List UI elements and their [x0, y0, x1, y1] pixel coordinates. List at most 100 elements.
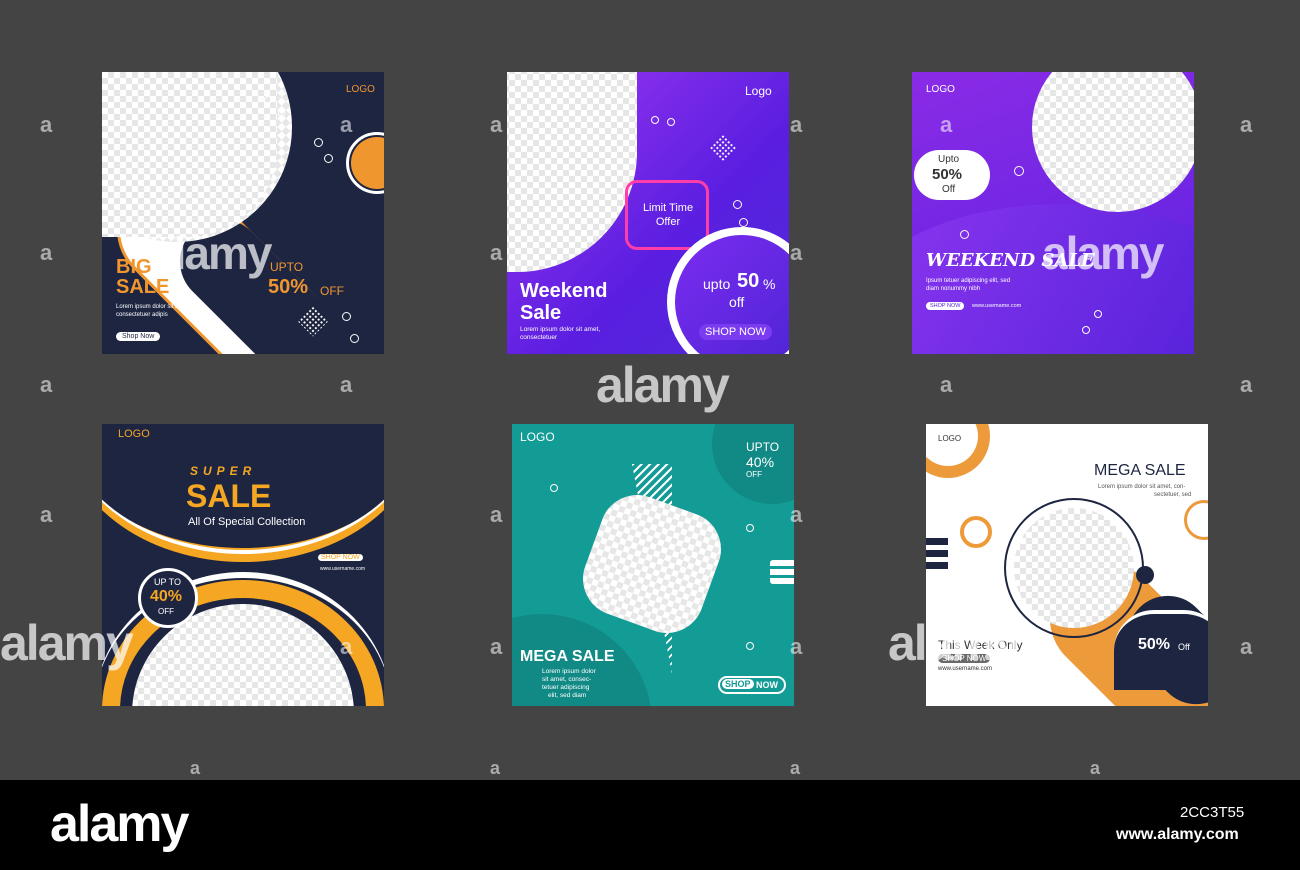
- shop-now-button[interactable]: SHOP NOW: [318, 554, 363, 561]
- watermark-letter: a: [790, 634, 803, 659]
- ring-decor: [350, 334, 359, 343]
- subtitle-text: All Of Special Collection: [188, 516, 306, 528]
- discount-value: 50%: [268, 276, 309, 298]
- watermark-alamy: alamy: [0, 615, 134, 671]
- watermark-letter: a: [490, 112, 503, 137]
- watermark-letter: a: [190, 758, 201, 778]
- alamy-logo: alamy: [50, 795, 189, 853]
- stripe-lines: [770, 560, 794, 584]
- off-text: Off: [942, 184, 956, 195]
- navy-dot: [1136, 566, 1154, 584]
- ring-decor: [1094, 310, 1102, 318]
- logo-text: Logo: [745, 84, 772, 98]
- watermark-letter: a: [1240, 372, 1253, 397]
- watermark-alamy: alamy: [1042, 227, 1164, 279]
- ring-decor: [746, 524, 754, 532]
- upto-text: UPTO: [746, 440, 780, 454]
- banner-mega-sale-teal: LOGO UPTO 40% OFF MEGA SALE Lorem ipsum …: [512, 424, 794, 706]
- shop-now-button[interactable]: SHOP NOW: [718, 676, 786, 694]
- dot-pattern: [708, 133, 738, 163]
- ring-decor: [733, 200, 742, 209]
- logo-text: LOGO: [118, 428, 150, 440]
- off-text: OFF: [158, 607, 174, 616]
- watermark-letter: a: [40, 112, 53, 137]
- watermark-letter: a: [1240, 112, 1253, 137]
- ring-decor: [314, 138, 323, 147]
- watermark-letter: a: [790, 758, 801, 778]
- logo-text: LOGO: [520, 430, 555, 444]
- discount-value: 50: [737, 270, 760, 292]
- limited-offer-line-1: Limit Time: [642, 202, 694, 214]
- body-line-1: Lorem ipsum dolor sit amet, con-: [1098, 484, 1186, 490]
- title-line-2: Sale: [520, 302, 562, 324]
- limited-offer-box: [625, 180, 709, 250]
- title-line-1: Weekend: [520, 280, 608, 302]
- photo-placeholder: [507, 72, 637, 272]
- body-line-1: Lorem ipsum dolor sit amet,: [520, 326, 601, 333]
- ring-decor: [746, 642, 754, 650]
- logo-text: LOGO: [938, 434, 962, 443]
- watermark-letter: a: [340, 634, 353, 659]
- upto-text: upto: [703, 276, 731, 292]
- watermark-letter: a: [940, 372, 953, 397]
- body-line-1: Ipsum tetuer adipiscing elit, sed: [926, 278, 1011, 284]
- shop-now-button[interactable]: SHOP NOW: [699, 324, 772, 340]
- ring-decor: [1082, 326, 1090, 334]
- ring-decor: [739, 218, 748, 227]
- photo-placeholder: [1014, 508, 1134, 628]
- photo-placeholder: [1032, 72, 1194, 212]
- watermark-letter: a: [790, 112, 803, 137]
- ring-decor: [960, 230, 969, 239]
- shop-now-button[interactable]: SHOP NOW: [926, 302, 965, 310]
- discount-value: 40%: [746, 454, 775, 470]
- discount-value: 40%: [150, 588, 183, 605]
- image-id: 2CC3T55: [1180, 804, 1245, 821]
- now-label: NOW: [756, 680, 778, 690]
- title-text: MEGA SALE: [520, 648, 615, 665]
- off-text: OFF: [746, 470, 762, 479]
- banner-weekend-sale: Limit Time Offer Logo Weekend Sale Lorem…: [507, 72, 789, 354]
- body-line-1: Lorem ipsum dolor sit amet,: [116, 304, 191, 310]
- banner-super-sale: LOGO SUPER SALE All Of Special Collectio…: [102, 424, 384, 706]
- url-text: www.usemame.com: [972, 303, 1022, 309]
- photo-placeholder: [572, 484, 732, 644]
- orange-arc-top-left: [926, 424, 990, 478]
- watermark-letter: a: [1240, 634, 1253, 659]
- percent-sign: %: [763, 276, 776, 292]
- sale-text: SALE: [186, 478, 272, 514]
- watermark-letter: a: [340, 112, 353, 137]
- ring-decor: [342, 312, 351, 321]
- logo-text: LOGO: [926, 84, 955, 95]
- body-line-2: diam nonummy nibh: [926, 286, 981, 292]
- watermark-letter: a: [40, 240, 53, 265]
- watermark-alamy: alamy: [150, 227, 272, 279]
- watermark-letter: a: [490, 240, 503, 265]
- watermark-alamy: alamy: [596, 357, 730, 413]
- body-line-3: tetuer adipiscing: [542, 684, 590, 691]
- watermark-alamy: alamy: [888, 615, 1022, 671]
- shop-now-button[interactable]: Shop Now: [116, 332, 161, 341]
- body-line-2: consectetuer adipis: [116, 312, 168, 318]
- alamy-url: www.alamy.com: [1116, 826, 1239, 843]
- body-line-1: Lorem ipsum dolor: [542, 668, 596, 675]
- watermark-letter: a: [790, 502, 803, 527]
- orange-ring: [960, 516, 992, 548]
- upto-text: Upto: [938, 154, 960, 165]
- upto-text: UP TO: [154, 577, 182, 587]
- off-text: OFF: [320, 284, 344, 298]
- ring-decor: [324, 154, 333, 163]
- watermark-letter: a: [490, 502, 503, 527]
- ring-decor: [278, 110, 285, 117]
- ring-decor: [550, 484, 558, 492]
- url-text: www.username.com: [320, 566, 366, 572]
- logo-text: LOGO: [346, 84, 375, 95]
- body-line-2: consectetuer: [520, 334, 558, 341]
- banner-weekend-sale-2: LOGO Upto 50% Off WEEKEND SALE Ipsum tet…: [912, 72, 1194, 354]
- off-text: Off: [1178, 642, 1190, 652]
- watermark-letter: a: [490, 758, 501, 778]
- ring-decor: [651, 116, 659, 124]
- watermark-letter: a: [790, 240, 803, 265]
- discount-value: 50%: [932, 166, 963, 183]
- watermark-letter: a: [40, 372, 53, 397]
- watermark-letter: a: [40, 502, 53, 527]
